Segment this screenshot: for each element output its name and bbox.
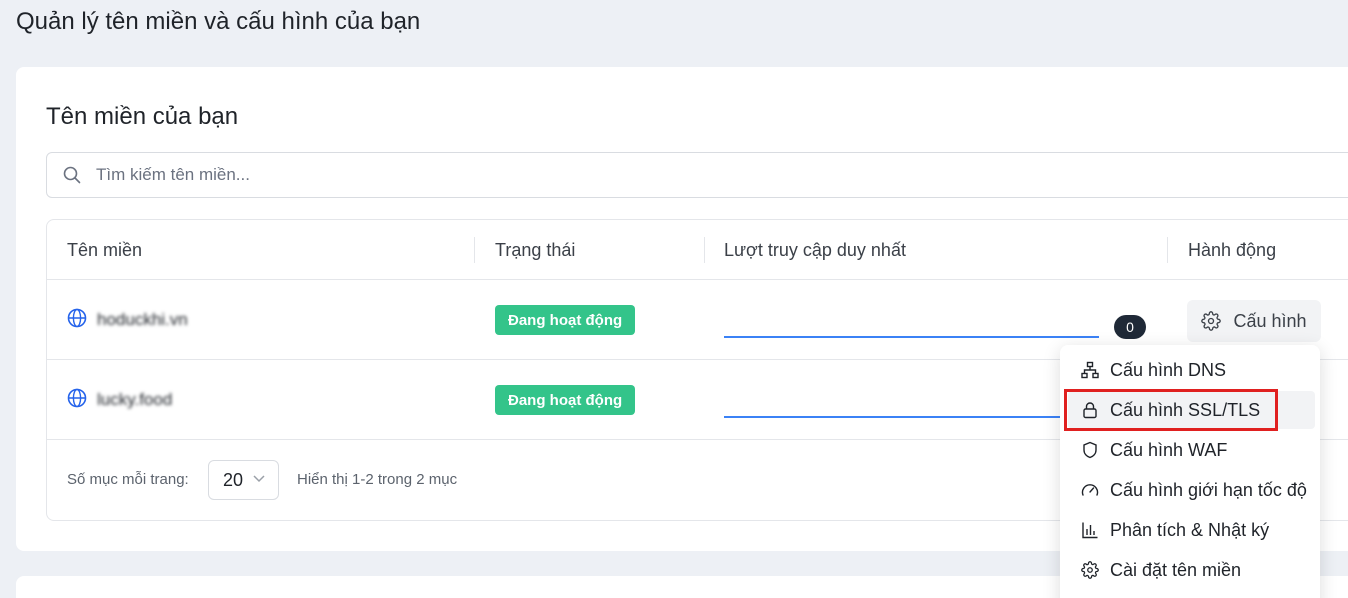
lock-icon	[1080, 401, 1100, 419]
table-header: Tên miền Trạng thái Lượt truy cập duy nh…	[47, 220, 1348, 280]
search-input[interactable]	[96, 165, 696, 185]
page-title: Quản lý tên miền và cấu hình của bạn	[16, 8, 421, 35]
menu-item-label: Cấu hình WAF	[1110, 439, 1228, 460]
configure-button-label: Cấu hình	[1233, 310, 1307, 331]
gear-icon	[1201, 311, 1222, 331]
menu-item-rate-limit[interactable]: Cấu hình giới hạn tốc độ	[1068, 471, 1315, 509]
column-divider	[704, 237, 705, 263]
menu-item-domain-settings[interactable]: Cài đặt tên miền	[1068, 551, 1315, 589]
menu-item-dns[interactable]: Cấu hình DNS	[1068, 351, 1315, 389]
menu-item-label: Cấu hình giới hạn tốc độ	[1110, 479, 1307, 500]
configure-button[interactable]: Cấu hình	[1187, 300, 1321, 342]
menu-item-waf[interactable]: Cấu hình WAF	[1068, 431, 1315, 469]
menu-item-label: Cấu hình SSL/TLS	[1110, 399, 1261, 420]
menu-item-analytics[interactable]: Phân tích & Nhật ký	[1068, 511, 1315, 549]
menu-item-label: Cài đặt tên miền	[1110, 559, 1242, 580]
menu-item-label: Cấu hình DNS	[1110, 359, 1227, 380]
column-header-domain[interactable]: Tên miền	[67, 220, 142, 280]
menu-item-label: Phân tích & Nhật ký	[1110, 519, 1270, 540]
sitemap-icon	[1080, 361, 1100, 379]
globe-icon	[67, 388, 87, 413]
chevron-down-icon	[252, 474, 266, 484]
domain-name[interactable]: lucky.food	[97, 390, 172, 410]
bar-chart-icon	[1080, 521, 1100, 539]
domain-cell: hoduckhi.vn	[67, 280, 188, 360]
search-box[interactable]	[46, 152, 1348, 198]
page-size-select[interactable]: 20	[208, 460, 279, 500]
domain-cell: lucky.food	[67, 360, 172, 440]
actions-dropdown-menu: Cấu hình DNS Cấu hình SSL/TLS Cấu hình W…	[1060, 345, 1320, 598]
status-badge: Đang hoạt động	[495, 305, 636, 335]
column-divider	[474, 237, 475, 263]
search-icon	[62, 165, 82, 185]
visits-sparkline	[724, 416, 1099, 418]
gauge-icon	[1080, 481, 1100, 499]
globe-icon	[67, 308, 87, 333]
menu-item-ssl-tls[interactable]: Cấu hình SSL/TLS	[1068, 391, 1315, 429]
card-title: Tên miền của bạn	[46, 103, 239, 130]
shield-icon	[1080, 441, 1100, 459]
visits-sparkline	[724, 336, 1099, 338]
column-header-status[interactable]: Trạng thái	[495, 220, 575, 280]
gear-icon	[1080, 561, 1100, 579]
domain-name[interactable]: hoduckhi.vn	[97, 310, 188, 330]
column-header-visits[interactable]: Lượt truy cập duy nhất	[724, 220, 906, 280]
status-badge: Đang hoạt động	[495, 385, 636, 415]
page-size-value: 20	[223, 469, 244, 490]
visits-count-badge: 0	[1114, 315, 1146, 339]
per-page-label: Số mục mỗi trang:	[67, 471, 189, 488]
pagination-info: Hiển thị 1-2 trong 2 mục	[297, 471, 458, 488]
column-header-actions: Hành động	[1188, 239, 1277, 260]
column-divider	[1167, 237, 1168, 263]
